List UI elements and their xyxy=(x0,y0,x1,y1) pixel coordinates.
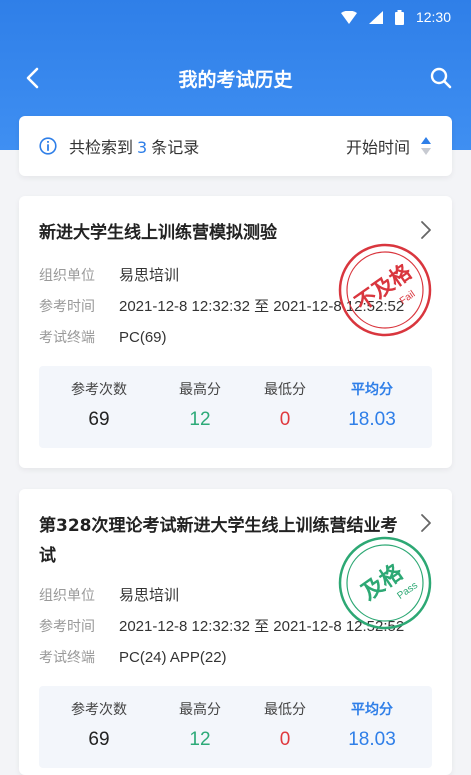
status-time: 12:30 xyxy=(415,9,451,25)
sort-icon xyxy=(421,137,431,155)
stats-panel: 参考次数 69 最高分 12 最低分 0 平均分 18.03 xyxy=(39,366,432,448)
time-label: 参考时间 xyxy=(39,299,95,315)
stat-min: 最低分 0 xyxy=(242,686,328,768)
terminal-value: PC(69) xyxy=(119,329,167,346)
terminal-row: 考试终端 PC(24) APP(22) xyxy=(39,647,227,667)
stat-attempts-value: 69 xyxy=(88,409,110,430)
result-count: 3 xyxy=(137,138,148,157)
search-icon xyxy=(430,67,452,89)
stat-attempts-label: 参考次数 xyxy=(71,702,127,718)
page-title: 我的考试历史 xyxy=(178,69,293,91)
result-count-text: 共检索到 3 条记录 xyxy=(69,134,199,158)
stat-min-label: 最低分 xyxy=(264,702,306,718)
org-label: 组织单位 xyxy=(39,268,95,284)
stat-max: 最高分 12 xyxy=(157,686,243,768)
pass-stamp: 及格 Pass xyxy=(337,535,433,635)
org-label: 组织单位 xyxy=(39,588,95,604)
stat-avg: 平均分 18.03 xyxy=(329,366,415,448)
stat-min-value: 0 xyxy=(279,409,291,430)
chevron-right-icon xyxy=(421,221,431,239)
result-count-prefix: 共检索到 xyxy=(69,138,134,157)
stat-avg-label: 平均分 xyxy=(351,702,393,718)
stat-avg-label: 平均分 xyxy=(351,382,393,398)
chevron-right-icon xyxy=(421,514,431,532)
stat-max: 最高分 12 xyxy=(157,366,243,448)
signal-icon xyxy=(368,10,383,24)
stats-panel: 参考次数 69 最高分 12 最低分 0 平均分 18.03 xyxy=(39,686,432,768)
stamp-text: 不及格 xyxy=(351,259,417,315)
stat-avg: 平均分 18.03 xyxy=(329,686,415,768)
search-button[interactable] xyxy=(427,64,455,92)
stamp-subtext: Fail xyxy=(398,289,418,307)
terminal-row: 考试终端 PC(69) xyxy=(39,327,167,347)
stat-max-label: 最高分 xyxy=(179,702,221,718)
stat-min-value: 0 xyxy=(279,729,291,750)
stat-max-value: 12 xyxy=(189,729,211,750)
result-count-suffix: 条记录 xyxy=(151,138,200,157)
org-value: 易思培训 xyxy=(119,587,180,604)
stat-attempts-value: 69 xyxy=(88,729,110,750)
stat-avg-value: 18.03 xyxy=(348,729,396,750)
stat-avg-value: 18.03 xyxy=(348,409,396,430)
battery-icon xyxy=(394,9,404,25)
org-row: 组织单位 易思培训 xyxy=(39,584,179,605)
nav-bar: 我的考试历史 xyxy=(0,56,471,100)
result-summary-bar: 共检索到 3 条记录 开始时间 xyxy=(19,116,452,176)
stat-min: 最低分 0 xyxy=(242,366,328,448)
sort-label: 开始时间 xyxy=(345,138,410,157)
time-label: 参考时间 xyxy=(39,619,95,635)
stat-attempts: 参考次数 69 xyxy=(56,366,142,448)
status-bar: 12:30 xyxy=(0,0,471,38)
wifi-icon xyxy=(340,10,357,24)
sort-by-start-time[interactable]: 开始时间 xyxy=(346,134,432,158)
org-value: 易思培训 xyxy=(119,267,180,284)
terminal-label: 考试终端 xyxy=(39,650,95,666)
stat-min-label: 最低分 xyxy=(264,382,306,398)
stat-attempts: 参考次数 69 xyxy=(56,686,142,768)
info-icon xyxy=(39,137,57,159)
terminal-label: 考试终端 xyxy=(39,330,95,346)
exam-record-card[interactable]: 新进大学生线上训练营模拟测验 组织单位 易思培训 参考时间 2021-12-8 12… xyxy=(19,196,452,468)
fail-stamp: 不及格 Fail xyxy=(337,242,433,342)
stat-max-value: 12 xyxy=(189,409,211,430)
stat-max-label: 最高分 xyxy=(179,382,221,398)
stat-attempts-label: 参考次数 xyxy=(71,382,127,398)
terminal-value: PC(24) APP(22) xyxy=(119,649,227,666)
exam-record-card[interactable]: 第328次理论考试新进大学生线上训练营结业考试 组织单位 易思培训 参考时间 202… xyxy=(19,489,452,775)
org-row: 组织单位 易思培训 xyxy=(39,264,179,285)
